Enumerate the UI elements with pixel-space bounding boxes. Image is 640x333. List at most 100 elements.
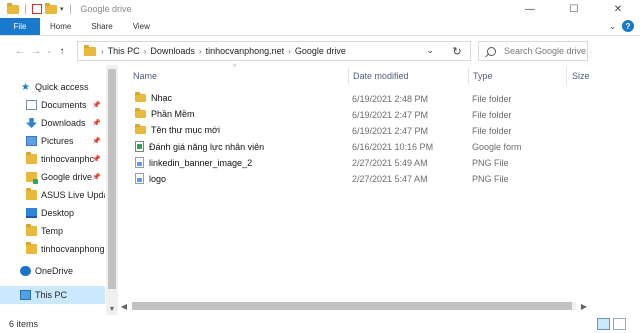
customize-toolbar-icon[interactable]: ▾ xyxy=(60,5,64,13)
breadcrumb-google-drive[interactable]: Google drive xyxy=(295,46,346,56)
file-date: 2/27/2021 5:47 AM xyxy=(352,174,428,184)
tab-view[interactable]: View xyxy=(123,18,160,35)
tab-file[interactable]: File xyxy=(0,18,40,35)
file-row[interactable]: Nhạc 6/19/2021 2:48 PM File folder xyxy=(131,91,581,107)
scroll-right-arrow-icon[interactable]: ▶ xyxy=(578,300,590,312)
maximize-button[interactable]: ☐ xyxy=(552,0,596,18)
column-divider[interactable] xyxy=(566,67,567,85)
up-button[interactable]: ↑ xyxy=(54,43,70,59)
status-bar: 6 items xyxy=(0,315,640,333)
file-name: Phần Mềm xyxy=(151,109,195,119)
pin-icon: 📌 xyxy=(92,174,101,181)
refresh-icon: ↻ xyxy=(452,45,462,58)
column-header-name[interactable]: Name xyxy=(133,65,348,87)
folder-icon xyxy=(135,124,146,134)
chevron-right-icon: › xyxy=(101,46,104,56)
desktop-icon xyxy=(26,208,37,218)
nav-label: tinhocvanphc xyxy=(41,154,95,164)
navigation-pane: ★ Quick access Documents 📌 Downloads 📌 P… xyxy=(0,65,118,315)
arrow-up-icon: ↑ xyxy=(59,45,65,57)
nav-tinhocvanphong[interactable]: tinhocvanphong xyxy=(0,240,105,258)
tab-home[interactable]: Home xyxy=(40,18,81,35)
nav-label: Temp xyxy=(41,226,64,236)
tab-share[interactable]: Share xyxy=(81,18,122,35)
column-divider[interactable] xyxy=(468,67,469,85)
nav-desktop[interactable]: Desktop xyxy=(0,204,105,222)
recent-locations-button[interactable]: ⌄ xyxy=(44,43,54,59)
folder-icon xyxy=(26,188,37,200)
breadcrumb-this-pc[interactable]: This PC xyxy=(108,46,140,56)
new-folder-icon[interactable] xyxy=(45,2,57,14)
file-date: 2/27/2021 5:49 AM xyxy=(352,158,428,168)
help-icon[interactable]: ? xyxy=(622,20,634,32)
file-row[interactable]: Đánh giá năng lực nhân viên 6/16/2021 10… xyxy=(131,139,581,155)
onedrive-cloud-icon xyxy=(20,266,31,276)
column-header-date[interactable]: Date modified xyxy=(353,65,468,87)
download-icon xyxy=(26,118,37,128)
file-name: linkedin_banner_image_2 xyxy=(149,157,253,168)
column-header-type[interactable]: Type xyxy=(473,65,563,87)
address-dropdown-icon[interactable]: ⌄ xyxy=(426,45,434,56)
file-date: 6/19/2021 2:47 PM xyxy=(352,110,429,120)
nav-this-pc[interactable]: This PC xyxy=(0,286,105,304)
document-icon xyxy=(26,100,37,110)
file-row[interactable]: Tên thư mục mới 6/19/2021 2:47 PM File f… xyxy=(131,123,581,139)
address-bar[interactable]: › This PC › Downloads › tinhocvanphong.n… xyxy=(77,41,471,61)
chevron-right-icon: › xyxy=(143,46,147,56)
pictures-icon xyxy=(26,136,37,146)
folder-icon xyxy=(135,108,146,118)
nav-quick-access[interactable]: ★ Quick access xyxy=(0,78,105,96)
file-name: Tên thư mục mới xyxy=(151,125,220,135)
nav-downloads[interactable]: Downloads 📌 xyxy=(0,114,105,132)
pin-icon: 📌 xyxy=(92,138,101,145)
expand-ribbon-icon[interactable]: ⌄ xyxy=(609,22,616,31)
search-icon xyxy=(487,46,496,56)
window-title: Google drive xyxy=(80,4,132,14)
nav-pictures[interactable]: Pictures 📌 xyxy=(0,132,105,150)
file-row[interactable]: Phần Mềm 6/19/2021 2:47 PM File folder xyxy=(131,107,581,123)
nav-documents[interactable]: Documents 📌 xyxy=(0,96,105,114)
nav-label: Downloads xyxy=(41,118,86,128)
computer-icon xyxy=(20,290,31,300)
search-placeholder: Search Google drive xyxy=(504,46,587,56)
file-row[interactable]: logo 2/27/2021 5:47 AM PNG File xyxy=(131,171,581,187)
nav-label: tinhocvanphong xyxy=(41,244,105,254)
pin-icon: 📌 xyxy=(92,156,101,163)
refresh-button[interactable]: ↻ xyxy=(447,41,467,61)
breadcrumb-downloads[interactable]: Downloads xyxy=(150,46,195,56)
scroll-down-arrow-icon[interactable]: ▼ xyxy=(106,303,118,315)
search-box[interactable]: Search Google drive xyxy=(478,41,588,61)
column-divider[interactable] xyxy=(348,67,349,85)
horizontal-scrollbar[interactable]: ◀ ▶ xyxy=(118,299,590,313)
nav-onedrive[interactable]: OneDrive xyxy=(0,262,105,280)
nav-label: Documents xyxy=(41,100,87,110)
close-button[interactable]: ✕ xyxy=(596,0,640,18)
nav-temp[interactable]: Temp xyxy=(0,222,105,240)
arrow-right-icon: → xyxy=(31,45,41,57)
scrollbar-thumb[interactable] xyxy=(108,69,116,289)
nav-label: Quick access xyxy=(35,82,89,92)
chevron-right-icon: › xyxy=(288,46,291,56)
google-drive-folder-icon xyxy=(26,172,38,184)
divider xyxy=(25,4,26,14)
column-header-size[interactable]: Size xyxy=(572,65,598,87)
scroll-left-arrow-icon[interactable]: ◀ xyxy=(118,300,130,312)
large-icons-view-icon[interactable] xyxy=(613,318,626,330)
minimize-button[interactable]: — xyxy=(508,0,552,18)
properties-icon[interactable] xyxy=(32,4,42,14)
file-row[interactable]: linkedin_banner_image_2 2/27/2021 5:49 A… xyxy=(131,155,581,171)
details-view-icon[interactable] xyxy=(597,318,610,330)
forward-button[interactable]: → xyxy=(28,43,44,59)
nav-label: Google drive xyxy=(41,172,93,182)
file-name-cell: linkedin_banner_image_2 xyxy=(135,157,252,168)
nav-tinhocvanphc[interactable]: tinhocvanphc 📌 xyxy=(0,150,105,168)
breadcrumb-tinhocvanphong[interactable]: tinhocvanphong.net xyxy=(206,46,285,56)
scrollbar-thumb[interactable] xyxy=(132,302,572,310)
folder-icon xyxy=(26,224,37,236)
file-type: Google form xyxy=(472,142,522,152)
back-button[interactable]: ← xyxy=(12,43,28,59)
nav-asus-live-update[interactable]: ASUS Live Updat xyxy=(0,186,105,204)
nav-google-drive[interactable]: Google drive 📌 xyxy=(0,168,105,186)
file-type: PNG File xyxy=(472,158,509,168)
nav-pane-scrollbar[interactable]: ▼ xyxy=(106,65,118,315)
